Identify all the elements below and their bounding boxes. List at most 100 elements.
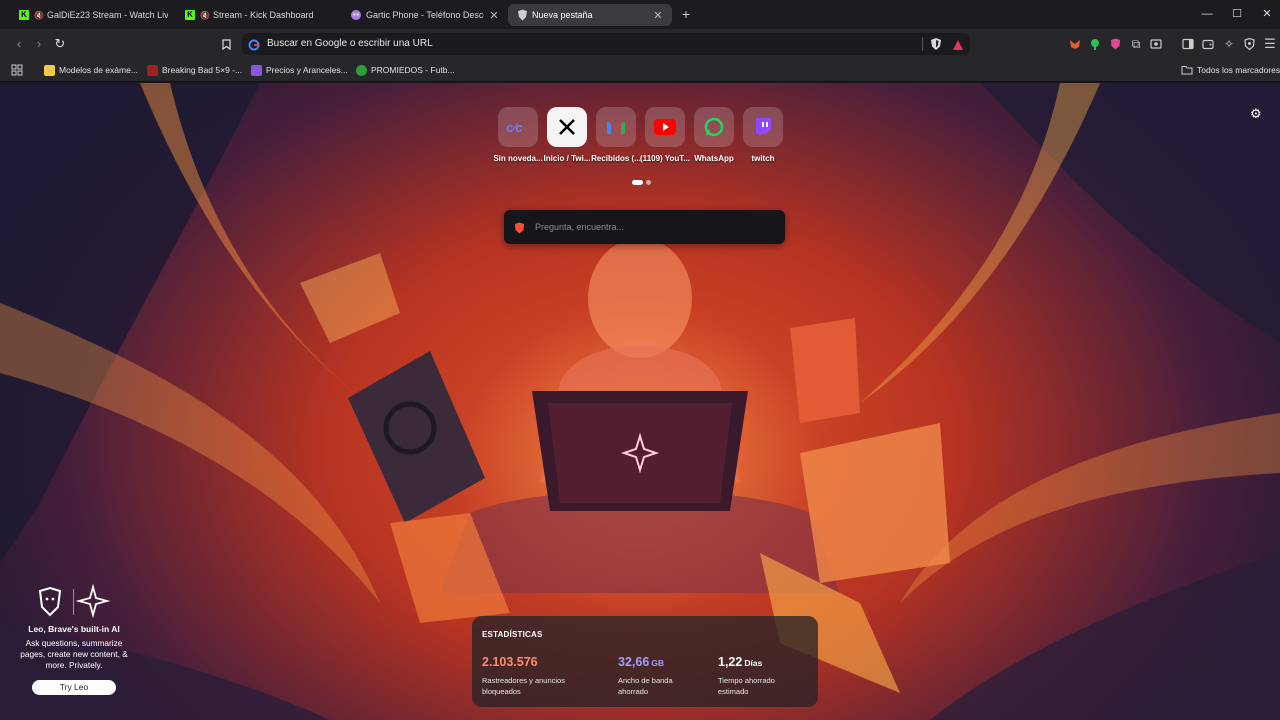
top-site-label: (1109) YouT... bbox=[640, 154, 690, 163]
stat-bandwidth-saved: 32,66 GB Ancho de banda ahorrado bbox=[618, 653, 708, 697]
all-bookmarks-folder[interactable]: Todos los marcadores bbox=[1181, 63, 1280, 77]
tab-new-tab[interactable]: Nueva pestaña ✕ bbox=[508, 4, 672, 26]
pink-shield-extension-icon[interactable] bbox=[1108, 37, 1122, 51]
muted-speaker-icon[interactable]: 🔇 bbox=[200, 11, 210, 20]
stat-caption: Ancho de banda ahorrado bbox=[618, 676, 673, 696]
top-site-label: Inicio / Twi... bbox=[543, 154, 591, 163]
stat-unit: Días bbox=[744, 658, 763, 668]
top-site-label: WhatsApp bbox=[694, 154, 734, 163]
promo-description: Ask questions, summarize pages, create n… bbox=[20, 638, 128, 670]
tab-gartic-phone[interactable]: Gartic Phone - Teléfono Descom ✕ bbox=[342, 4, 508, 26]
kick-icon: K bbox=[184, 9, 196, 21]
forward-arrow-icon[interactable]: › bbox=[29, 34, 49, 54]
top-site-tile[interactable]: (1109) YouT... bbox=[640, 107, 690, 163]
gmail-icon bbox=[596, 107, 636, 147]
bookmark-item[interactable]: Precios y Aranceles... bbox=[251, 63, 348, 77]
top-site-tile[interactable]: Recibidos (... bbox=[591, 107, 641, 163]
try-leo-button[interactable]: Try Leo bbox=[32, 680, 116, 695]
tab-title: Gartic Phone - Teléfono Descom bbox=[366, 10, 484, 20]
top-site-label: Recibidos (... bbox=[591, 154, 641, 163]
leo-promo-card: Leo, Brave's built-in AI Ask questions, … bbox=[18, 583, 130, 695]
leo-search-placeholder: Pregunta, encuentra... bbox=[535, 222, 625, 232]
bookmark-label: Precios y Aranceles... bbox=[266, 65, 348, 75]
bookmark-icon[interactable] bbox=[216, 34, 236, 54]
bookmark-label: Modelos de exáme... bbox=[59, 65, 138, 75]
screenshot-icon[interactable] bbox=[1149, 37, 1163, 51]
tab-kick-dashboard[interactable]: K 🔇 Stream - Kick Dashboard bbox=[176, 4, 342, 26]
minimize-window-icon[interactable]: — bbox=[1192, 4, 1222, 24]
top-site-tile[interactable]: twitch bbox=[741, 107, 785, 163]
top-site-tile[interactable]: Inicio / Twi... bbox=[544, 107, 590, 163]
page-settings-gear-icon[interactable]: ⚙ bbox=[1250, 107, 1264, 121]
address-bar[interactable]: Buscar en Google o escribir una URL bbox=[242, 33, 970, 55]
divider bbox=[922, 37, 923, 51]
top-site-tile[interactable]: WhatsApp bbox=[692, 107, 736, 163]
menu-hamburger-icon[interactable]: ☰ bbox=[1263, 36, 1277, 51]
close-tab-icon[interactable]: ✕ bbox=[652, 9, 664, 22]
stat-value: 32,66 bbox=[618, 655, 650, 669]
browser-toolbar: ‹ › ↻ Buscar en Google o escribir una UR… bbox=[0, 29, 1280, 58]
bookmark-favicon-icon bbox=[44, 64, 55, 76]
address-bar-text: Buscar en Google o escribir una URL bbox=[267, 38, 433, 49]
all-bookmarks-label: Todos los marcadores bbox=[1197, 65, 1280, 75]
youtube-icon bbox=[645, 107, 685, 147]
top-sites-pager bbox=[632, 180, 651, 185]
svg-text:c∕c: c∕c bbox=[506, 120, 523, 134]
new-tab-plus-icon[interactable]: + bbox=[678, 6, 694, 22]
gartic-icon bbox=[350, 9, 362, 21]
back-arrow-icon[interactable]: ‹ bbox=[9, 34, 29, 54]
bookmark-item[interactable]: Modelos de exáme... bbox=[44, 63, 138, 77]
reload-icon[interactable]: ↻ bbox=[50, 34, 70, 54]
leo-ai-icon[interactable]: ✧ bbox=[1222, 37, 1236, 51]
stat-unit: GB bbox=[651, 658, 665, 668]
kick-icon: K bbox=[18, 9, 30, 21]
stat-time-saved: 1,22 Días Tiempo ahorrado estimado bbox=[718, 653, 808, 697]
close-window-icon[interactable]: ✕ bbox=[1252, 4, 1280, 24]
bookmark-label: PROMIEDOS - Futb... bbox=[371, 65, 455, 75]
top-site-tile[interactable]: c∕c Sin noveda... bbox=[493, 107, 543, 163]
stat-caption: Rastreadores y anuncios bloqueados bbox=[482, 676, 565, 696]
green-extension-icon[interactable] bbox=[1088, 37, 1102, 51]
vpn-shield-icon[interactable] bbox=[1242, 37, 1256, 51]
new-tab-page: c∕c Sin noveda... Inicio / Twi... Recibi… bbox=[0, 83, 1280, 720]
sidebar-toggle-icon[interactable] bbox=[1181, 37, 1195, 51]
apps-grid-icon[interactable] bbox=[11, 63, 23, 77]
stat-value: 2.103.576 bbox=[482, 655, 538, 669]
folder-icon bbox=[1181, 66, 1193, 75]
fox-extension-icon[interactable] bbox=[1068, 37, 1082, 51]
top-sites: c∕c Sin noveda... Inicio / Twi... Recibi… bbox=[493, 107, 785, 163]
stat-caption: Tiempo ahorrado estimado bbox=[718, 676, 775, 696]
leo-search-box[interactable]: Pregunta, encuentra... bbox=[504, 210, 785, 244]
tab-title: Nueva pestaña bbox=[532, 10, 593, 20]
top-site-label: Sin noveda... bbox=[493, 154, 543, 163]
stats-widget: ESTADÍSTICAS 2.103.576 Rastreadores y an… bbox=[472, 616, 818, 707]
brave-shield-icon bbox=[516, 9, 528, 21]
bookmark-item[interactable]: PROMIEDOS - Futb... bbox=[356, 63, 455, 77]
promo-title: Leo, Brave's built-in AI bbox=[28, 624, 120, 634]
top-site-label: twitch bbox=[751, 154, 775, 163]
brave-lion-icon bbox=[514, 221, 525, 234]
bookmark-label: Breaking Bad 5×9 -... bbox=[162, 65, 243, 75]
tab-title: Stream - Kick Dashboard bbox=[212, 10, 314, 20]
cc-icon: c∕c bbox=[498, 107, 538, 147]
maximize-window-icon[interactable]: ☐ bbox=[1222, 4, 1252, 24]
muted-speaker-icon[interactable]: 🔇 bbox=[34, 11, 44, 20]
tab-title: GalDiEz23 Stream - Watch Live o bbox=[46, 10, 168, 20]
stat-trackers-blocked: 2.103.576 Rastreadores y anuncios bloque… bbox=[482, 653, 602, 697]
extensions-puzzle-icon[interactable]: ⧉ bbox=[1129, 37, 1143, 51]
pager-dot[interactable] bbox=[646, 180, 651, 185]
promo-icons bbox=[18, 583, 130, 619]
wallet-icon[interactable] bbox=[1201, 37, 1215, 51]
pager-dot-active[interactable] bbox=[632, 180, 643, 185]
x-twitter-icon bbox=[547, 107, 587, 147]
whatsapp-icon bbox=[694, 107, 734, 147]
tab-galdiez-stream[interactable]: K 🔇 GalDiEz23 Stream - Watch Live o bbox=[10, 4, 176, 26]
brave-rewards-icon[interactable] bbox=[952, 38, 964, 56]
twitch-icon bbox=[743, 107, 783, 147]
bookmark-favicon-icon bbox=[356, 64, 367, 76]
brave-shields-icon[interactable] bbox=[930, 37, 942, 56]
bookmark-item[interactable]: Breaking Bad 5×9 -... bbox=[147, 63, 242, 77]
close-tab-icon[interactable]: ✕ bbox=[488, 9, 500, 22]
google-icon bbox=[248, 38, 260, 51]
stats-heading: ESTADÍSTICAS bbox=[482, 630, 543, 639]
